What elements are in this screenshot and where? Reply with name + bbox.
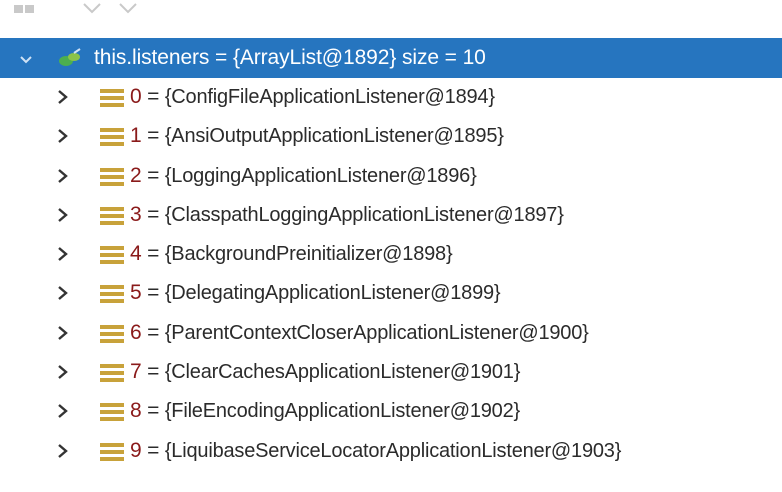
chevron-right-icon[interactable]	[56, 325, 70, 346]
list-element-icon	[100, 127, 124, 152]
chevron-right-icon[interactable]	[56, 168, 70, 189]
root-label: this.listeners = {ArrayList@1892} size =…	[94, 46, 486, 69]
chevron-down-icon[interactable]	[18, 50, 34, 74]
item-value: {DelegatingApplicationListener@1899}	[164, 282, 501, 305]
chevron-right-icon[interactable]	[56, 207, 70, 228]
list-item[interactable]: 7 = {ClearCachesApplicationListener@1901…	[0, 353, 782, 392]
item-index: 8	[130, 399, 142, 423]
item-equals: =	[141, 163, 165, 187]
chevron-right-icon[interactable]	[56, 443, 70, 464]
item-equals: =	[141, 281, 165, 305]
item-equals: =	[141, 242, 165, 266]
list-item[interactable]: 2 = {LoggingApplicationListener@1896}	[0, 157, 782, 196]
tree-children: 0 = {ConfigFileApplicationListener@1894}…	[0, 78, 782, 471]
list-item[interactable]: 8 = {FileEncodingApplicationListener@190…	[0, 392, 782, 431]
item-index: 0	[130, 85, 142, 108]
item-equals: =	[141, 320, 165, 344]
field-watch-icon	[54, 47, 88, 75]
chevron-right-icon[interactable]	[56, 128, 70, 149]
item-index: 7	[130, 360, 142, 384]
list-element-icon	[100, 324, 124, 349]
item-equals: =	[141, 360, 165, 384]
list-element-icon	[100, 167, 124, 192]
item-value: {ConfigFileApplicationListener@1894}	[164, 86, 495, 108]
debugger-variables-panel: this.listeners = {ArrayList@1892} size =…	[0, 0, 782, 492]
item-index: 6	[130, 320, 142, 344]
item-index: 1	[130, 124, 142, 148]
chevron-right-icon[interactable]	[56, 403, 70, 424]
chevron-right-icon[interactable]	[56, 285, 70, 306]
item-value: {FileEncodingApplicationListener@1902}	[164, 400, 521, 423]
item-equals: =	[141, 438, 165, 462]
item-value: {AnsiOutputApplicationListener@1895}	[164, 125, 504, 148]
item-value: {ClearCachesApplicationListener@1901}	[164, 361, 521, 384]
list-element-icon	[100, 442, 124, 467]
item-equals: =	[141, 399, 165, 423]
item-index: 5	[130, 281, 142, 305]
list-item[interactable]: 6 = {ParentContextCloserApplicationListe…	[0, 314, 782, 353]
item-value: {BackgroundPreinitializer@1898}	[164, 243, 453, 266]
chevron-right-icon[interactable]	[56, 89, 70, 110]
list-element-icon	[100, 88, 124, 113]
chevron-right-icon[interactable]	[56, 364, 70, 385]
layout-icon[interactable]	[14, 2, 38, 22]
item-index: 9	[130, 438, 142, 462]
item-index: 3	[130, 202, 142, 226]
item-index: 2	[130, 163, 142, 187]
list-element-icon	[100, 206, 124, 231]
list-item[interactable]: 3 = {ClasspathLoggingApplicationListener…	[0, 196, 782, 235]
debugger-toolbar	[0, 0, 782, 38]
list-item[interactable]: 0 = {ConfigFileApplicationListener@1894}	[0, 78, 782, 117]
item-value: {ParentContextCloserApplicationListener@…	[164, 321, 589, 344]
step-back-icon[interactable]	[82, 2, 104, 22]
item-value: {ClasspathLoggingApplicationListener@189…	[164, 203, 564, 226]
item-equals: =	[141, 124, 165, 148]
list-item[interactable]: 4 = {BackgroundPreinitializer@1898}	[0, 235, 782, 274]
chevron-right-icon[interactable]	[56, 246, 70, 267]
item-equals: =	[141, 202, 165, 226]
list-element-icon	[100, 284, 124, 309]
list-element-icon	[100, 245, 124, 270]
step-forward-icon[interactable]	[118, 2, 140, 22]
tree-root-row[interactable]: this.listeners = {ArrayList@1892} size =…	[0, 38, 782, 78]
list-element-icon	[100, 363, 124, 388]
list-item[interactable]: 9 = {LiquibaseServiceLocatorApplicationL…	[0, 432, 782, 471]
item-index: 4	[130, 242, 142, 266]
list-item[interactable]: 5 = {DelegatingApplicationListener@1899}	[0, 274, 782, 313]
list-element-icon	[100, 402, 124, 427]
item-value: {LiquibaseServiceLocatorApplicationListe…	[164, 439, 622, 462]
list-item[interactable]: 1 = {AnsiOutputApplicationListener@1895}	[0, 117, 782, 156]
item-equals: =	[141, 85, 165, 108]
item-value: {LoggingApplicationListener@1896}	[164, 164, 477, 187]
